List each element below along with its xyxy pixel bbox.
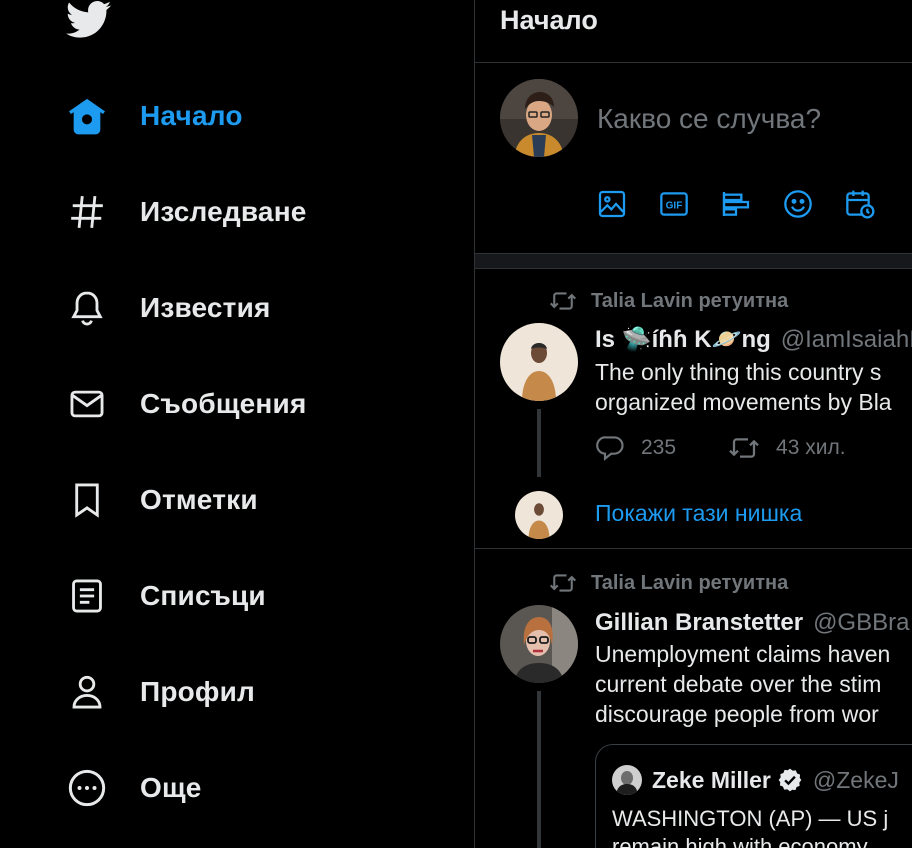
- sidebar-item-messages[interactable]: Съобщения: [64, 374, 307, 434]
- verified-badge-icon: [777, 767, 803, 793]
- tweet-text-line: current debate over the stim: [595, 671, 882, 697]
- reply-button[interactable]: 235: [595, 433, 676, 463]
- retweet-icon: [550, 292, 576, 310]
- show-thread-link[interactable]: Покажи тази нишка: [595, 500, 802, 527]
- list-icon: [64, 573, 110, 619]
- retweet-context: Talia Lavin ретуитна: [549, 287, 788, 315]
- page-title: Начало: [500, 5, 598, 35]
- quoted-text-line: remain high with economy: [612, 834, 868, 848]
- tweet-text-line: organized movements by Bla: [595, 389, 892, 415]
- sidebar-item-label: Известия: [140, 292, 271, 323]
- quoted-tweet-author: Zeke Miller @ZekeJ: [612, 765, 899, 795]
- thread-avatar[interactable]: [515, 491, 563, 539]
- hashtag-icon: [64, 189, 110, 235]
- quoted-tweet[interactable]: Zeke Miller @ZekeJ WASHINGTON (AP) — US …: [595, 744, 912, 848]
- author-name[interactable]: Gillian Branstetter: [595, 609, 803, 637]
- sidebar-item-notifications[interactable]: Известия: [64, 278, 271, 338]
- tweet-author[interactable]: Is 🛸íɦɦ K🪐ng @IamIsaiahI: [595, 325, 912, 354]
- retweet-label: Talia Lavin ретуитна: [591, 289, 789, 312]
- timeline-separator: [475, 254, 912, 269]
- user-avatar[interactable]: [500, 79, 578, 157]
- compose-input[interactable]: Какво се случва?: [597, 103, 821, 135]
- tweet[interactable]: Talia Lavin ретуитна Gillian Branstetter…: [475, 549, 912, 848]
- envelope-icon: [64, 381, 110, 427]
- sidebar-item-label: Начало: [140, 100, 243, 131]
- sidebar-item-bookmarks[interactable]: Отметки: [64, 470, 258, 530]
- author-handle[interactable]: @IamIsaiahI: [781, 326, 912, 354]
- tweet-actions: 235 43 хил.: [595, 432, 898, 464]
- sidebar-item-label: Изследване: [140, 196, 307, 227]
- tweet-avatar[interactable]: [500, 323, 578, 401]
- bookmark-icon: [64, 477, 110, 523]
- author-handle[interactable]: @GBBra: [813, 609, 909, 637]
- tweet-text-line: discourage people from wor: [595, 701, 879, 727]
- quoted-author-handle: @ZekeJ: [812, 766, 899, 793]
- tweet-text-line: Unemployment claims haven: [595, 641, 891, 667]
- retweet-button[interactable]: 43 хил.: [728, 432, 846, 464]
- poll-icon[interactable]: [719, 187, 753, 221]
- quoted-author-name: Zeke Miller: [652, 766, 771, 793]
- sidebar-item-label: Още: [140, 772, 202, 803]
- left-sidebar: Начало Изследване Известия Съобщения Отм…: [0, 0, 474, 848]
- thread-line: [537, 691, 541, 848]
- sidebar-item-label: Съобщения: [140, 388, 307, 419]
- quoted-tweet-text: WASHINGTON (AP) — US j remain high with …: [612, 805, 888, 848]
- tweet[interactable]: Talia Lavin ретуитна Is 🛸íɦɦ K🪐ng @IamIs…: [475, 269, 912, 549]
- reply-icon: [596, 436, 624, 461]
- compose-box: Какво се случва? GIF: [475, 63, 912, 254]
- retweet-label: Talia Lavin ретуитна: [591, 571, 789, 594]
- compose-toolbar: GIF: [595, 187, 905, 221]
- retweet-icon: [729, 438, 759, 458]
- sidebar-item-lists[interactable]: Списъци: [64, 566, 266, 626]
- tweet-text: The only thing this country s organized …: [595, 357, 892, 417]
- main-timeline: Начало Какво се случва? GIF Talia Lavin …: [474, 0, 912, 848]
- svg-text:GIF: GIF: [666, 201, 683, 212]
- sidebar-item-home[interactable]: Начало: [64, 86, 243, 146]
- emoji-icon[interactable]: [781, 187, 815, 221]
- tweet-text-line: The only thing this country s: [595, 359, 882, 385]
- timeline-header: Начало: [475, 0, 912, 63]
- tweet-avatar[interactable]: [500, 605, 578, 683]
- twitter-bird-logo[interactable]: [65, 0, 112, 40]
- tweet-author[interactable]: Gillian Branstetter @GBBra: [595, 609, 909, 637]
- home-icon: [64, 93, 110, 139]
- retweet-context: Talia Lavin ретуитна: [549, 569, 788, 597]
- person-icon: [64, 669, 110, 715]
- bell-icon: [64, 285, 110, 331]
- quoted-text-line: WASHINGTON (AP) — US j: [612, 806, 889, 831]
- sidebar-item-more[interactable]: Още: [64, 758, 202, 818]
- sidebar-item-label: Списъци: [140, 580, 266, 611]
- sidebar-item-label: Профил: [140, 676, 256, 707]
- author-name[interactable]: Is 🛸íɦɦ K🪐ng: [595, 325, 771, 354]
- reply-count: 235: [641, 436, 677, 459]
- gif-icon[interactable]: GIF: [657, 187, 691, 221]
- retweet-icon: [550, 574, 576, 592]
- retweet-count: 43 хил.: [776, 436, 846, 459]
- quoted-avatar: [612, 765, 642, 795]
- tweet-text: Unemployment claims haven current debate…: [595, 639, 890, 729]
- thread-line: [537, 409, 541, 477]
- schedule-icon[interactable]: [843, 187, 877, 221]
- sidebar-item-explore[interactable]: Изследване: [64, 182, 307, 242]
- more-circle-icon: [64, 765, 110, 811]
- sidebar-item-profile[interactable]: Профил: [64, 662, 255, 722]
- image-icon[interactable]: [595, 187, 629, 221]
- sidebar-item-label: Отметки: [140, 484, 258, 515]
